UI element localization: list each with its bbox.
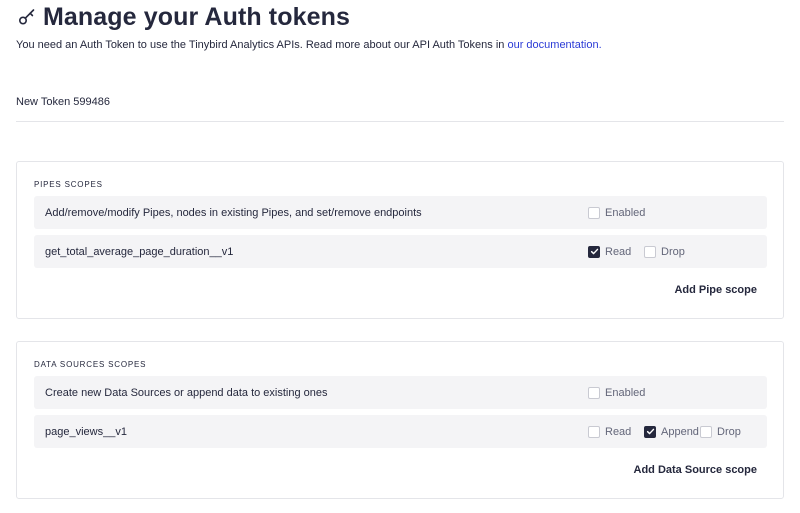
check-icon bbox=[590, 248, 598, 255]
key-icon bbox=[17, 7, 37, 27]
option-label: Read bbox=[605, 425, 632, 438]
title-row: Manage your Auth tokens bbox=[16, 0, 784, 34]
option-label: Enabled bbox=[605, 386, 646, 399]
row-text: page_views__v1 bbox=[45, 425, 127, 438]
row-text: get_total_average_page_duration__v1 bbox=[45, 245, 234, 258]
ds-append-option[interactable]: Append bbox=[644, 425, 699, 438]
add-data-source-scope-button[interactable]: Add Data Source scope bbox=[634, 464, 757, 476]
data-sources-scopes-label: DATA SOURCES SCOPES bbox=[34, 360, 147, 369]
pipes-row-pipe: get_total_average_page_duration__v1 Read… bbox=[34, 235, 767, 268]
ds-row-datasource: page_views__v1 Read Append Drop bbox=[34, 415, 767, 448]
option-label: Enabled bbox=[605, 206, 646, 219]
ds-read-option[interactable]: Read bbox=[588, 425, 632, 438]
page-header: Manage your Auth tokens You need an Auth… bbox=[16, 0, 784, 52]
pipes-enabled-checkbox[interactable] bbox=[588, 206, 600, 219]
ds-enabled-option[interactable]: Enabled bbox=[588, 386, 646, 399]
option-label: Read bbox=[605, 245, 632, 258]
pipes-scopes-card: PIPES SCOPES Add/remove/modify Pipes, no… bbox=[16, 161, 784, 319]
row-text: Add/remove/modify Pipes, nodes in existi… bbox=[45, 206, 422, 219]
ds-enabled-checkbox[interactable] bbox=[588, 386, 600, 399]
divider bbox=[16, 121, 784, 122]
ds-append-checkbox[interactable] bbox=[644, 425, 656, 438]
ds-drop-option[interactable]: Drop bbox=[700, 425, 741, 438]
add-pipe-scope-button[interactable]: Add Pipe scope bbox=[674, 284, 757, 296]
pipes-row-general: Add/remove/modify Pipes, nodes in existi… bbox=[34, 196, 767, 229]
page-title: Manage your Auth tokens bbox=[43, 2, 350, 31]
pipe-drop-checkbox[interactable] bbox=[644, 245, 656, 258]
option-label: Drop bbox=[717, 425, 741, 438]
auth-tokens-page: Manage your Auth tokens You need an Auth… bbox=[0, 0, 800, 513]
pipe-drop-option[interactable]: Drop bbox=[644, 245, 685, 258]
documentation-link[interactable]: our documentation. bbox=[507, 39, 601, 51]
pipes-scopes-label: PIPES SCOPES bbox=[34, 180, 103, 189]
pipe-read-option[interactable]: Read bbox=[588, 245, 632, 258]
ds-row-general: Create new Data Sources or append data t… bbox=[34, 376, 767, 409]
ds-read-checkbox[interactable] bbox=[588, 425, 600, 438]
page-subtitle: You need an Auth Token to use the Tinybi… bbox=[16, 38, 784, 52]
option-label: Drop bbox=[661, 245, 685, 258]
pipes-enabled-option[interactable]: Enabled bbox=[588, 206, 646, 219]
token-name[interactable]: New Token 599486 bbox=[16, 96, 110, 108]
check-icon bbox=[646, 428, 654, 435]
subtitle-text: You need an Auth Token to use the Tinybi… bbox=[16, 39, 508, 51]
ds-drop-checkbox[interactable] bbox=[700, 425, 712, 438]
option-label: Append bbox=[661, 425, 699, 438]
data-sources-scopes-card: DATA SOURCES SCOPES Create new Data Sour… bbox=[16, 341, 784, 499]
row-text: Create new Data Sources or append data t… bbox=[45, 386, 328, 399]
pipe-read-checkbox[interactable] bbox=[588, 245, 600, 258]
